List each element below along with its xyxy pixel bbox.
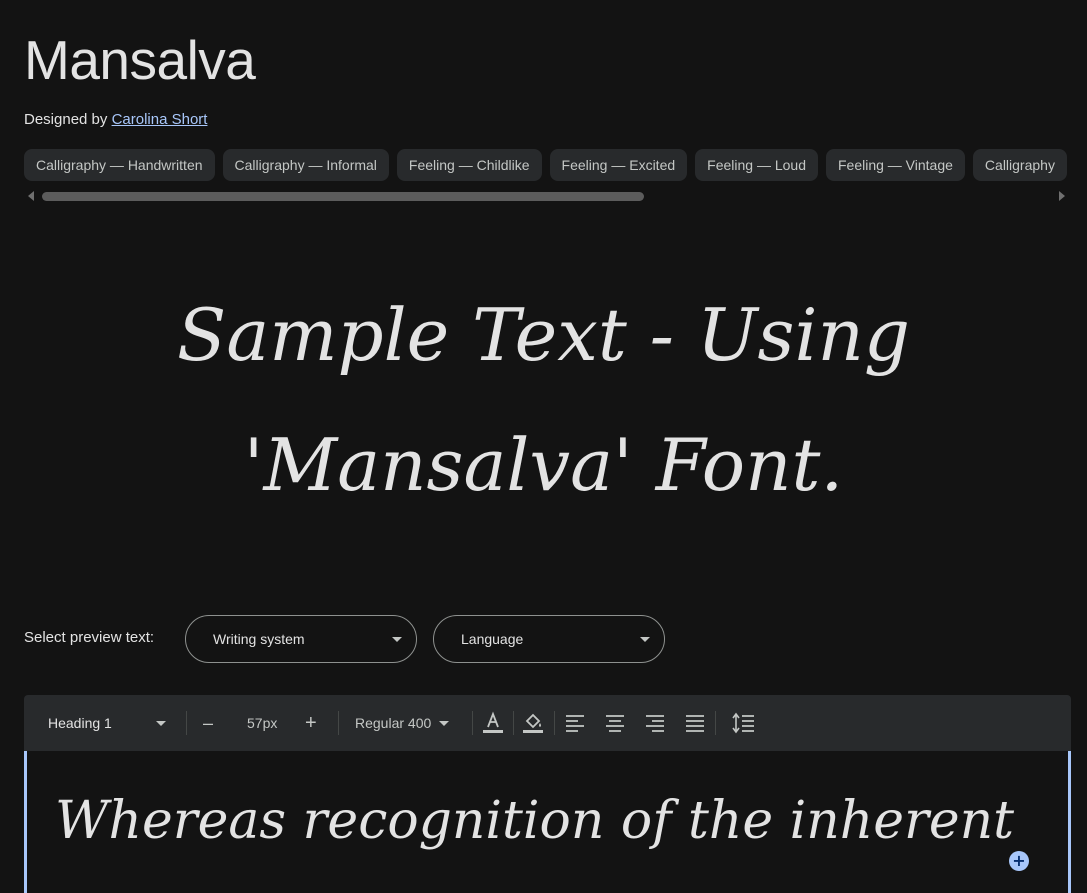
decrease-size-button[interactable]: – [203, 695, 213, 751]
preview-text-label: Select preview text: [24, 629, 155, 646]
language-value: Language [461, 631, 524, 647]
align-right-icon[interactable] [644, 695, 666, 751]
toolbar-divider [554, 711, 555, 735]
add-icon[interactable]: + [1009, 851, 1029, 871]
writing-system-select[interactable]: Writing system [185, 615, 417, 663]
scroll-left-arrow-icon[interactable] [28, 191, 34, 201]
increase-size-button[interactable]: + [305, 695, 317, 751]
writing-system-value: Writing system [213, 631, 305, 647]
align-left-icon[interactable] [564, 695, 586, 751]
sample-text-preview: Sample Text - Using 'Mansalva' Font. [0, 270, 1087, 530]
line-height-icon[interactable] [732, 695, 756, 751]
tag-chip[interactable]: Feeling — Loud [695, 149, 818, 181]
font-title: Mansalva [24, 29, 256, 91]
toolbar-divider [715, 711, 716, 735]
editor-text[interactable]: Whereas recognition of the inherent [55, 781, 1014, 861]
tag-chip[interactable]: Feeling — Childlike [396, 149, 542, 181]
designed-by-label: Designed by [24, 111, 108, 128]
sample-line-1: Sample Text - Using [177, 293, 910, 377]
tag-chip-list: Calligraphy — Handwritten Calligraphy — … [24, 149, 1087, 181]
tag-chip[interactable]: Calligraphy — Handwritten [24, 149, 215, 181]
align-center-icon[interactable] [604, 695, 626, 751]
chevron-down-icon [392, 637, 402, 642]
chevron-down-icon [640, 637, 650, 642]
font-weight-dropdown[interactable]: Regular 400 [355, 695, 450, 751]
tag-chip[interactable]: Feeling — Excited [549, 149, 688, 181]
text-style-value: Heading 1 [48, 715, 112, 731]
sample-line-2: 'Mansalva' Font. [243, 423, 844, 507]
tag-chip[interactable]: Calligraphy [972, 149, 1067, 181]
scroll-right-arrow-icon[interactable] [1059, 191, 1065, 201]
font-size-value[interactable]: 57px [247, 695, 277, 751]
toolbar-divider [472, 711, 473, 735]
tag-chip[interactable]: Feeling — Vintage [825, 149, 965, 181]
toolbar-divider [513, 711, 514, 735]
align-justify-icon[interactable] [684, 695, 706, 751]
font-weight-value: Regular 400 [355, 715, 432, 731]
editor-toolbar: Heading 1 – 57px + Regular 400 [24, 695, 1071, 751]
highlight-color-icon[interactable] [522, 695, 544, 751]
horizontal-scrollbar-thumb[interactable] [42, 192, 644, 201]
designer-link[interactable]: Carolina Short [112, 111, 208, 128]
toolbar-divider [186, 711, 187, 735]
chevron-down-icon [439, 720, 450, 726]
preview-editor[interactable]: Whereas recognition of the inherent [24, 751, 1071, 893]
tag-chip[interactable]: Calligraphy — Informal [222, 149, 389, 181]
designer-line: Designed by Carolina Short [24, 111, 207, 128]
text-color-icon[interactable] [482, 695, 504, 751]
toolbar-divider [338, 711, 339, 735]
language-select[interactable]: Language [433, 615, 665, 663]
chevron-down-icon [155, 720, 166, 726]
text-style-dropdown[interactable]: Heading 1 [48, 695, 166, 751]
